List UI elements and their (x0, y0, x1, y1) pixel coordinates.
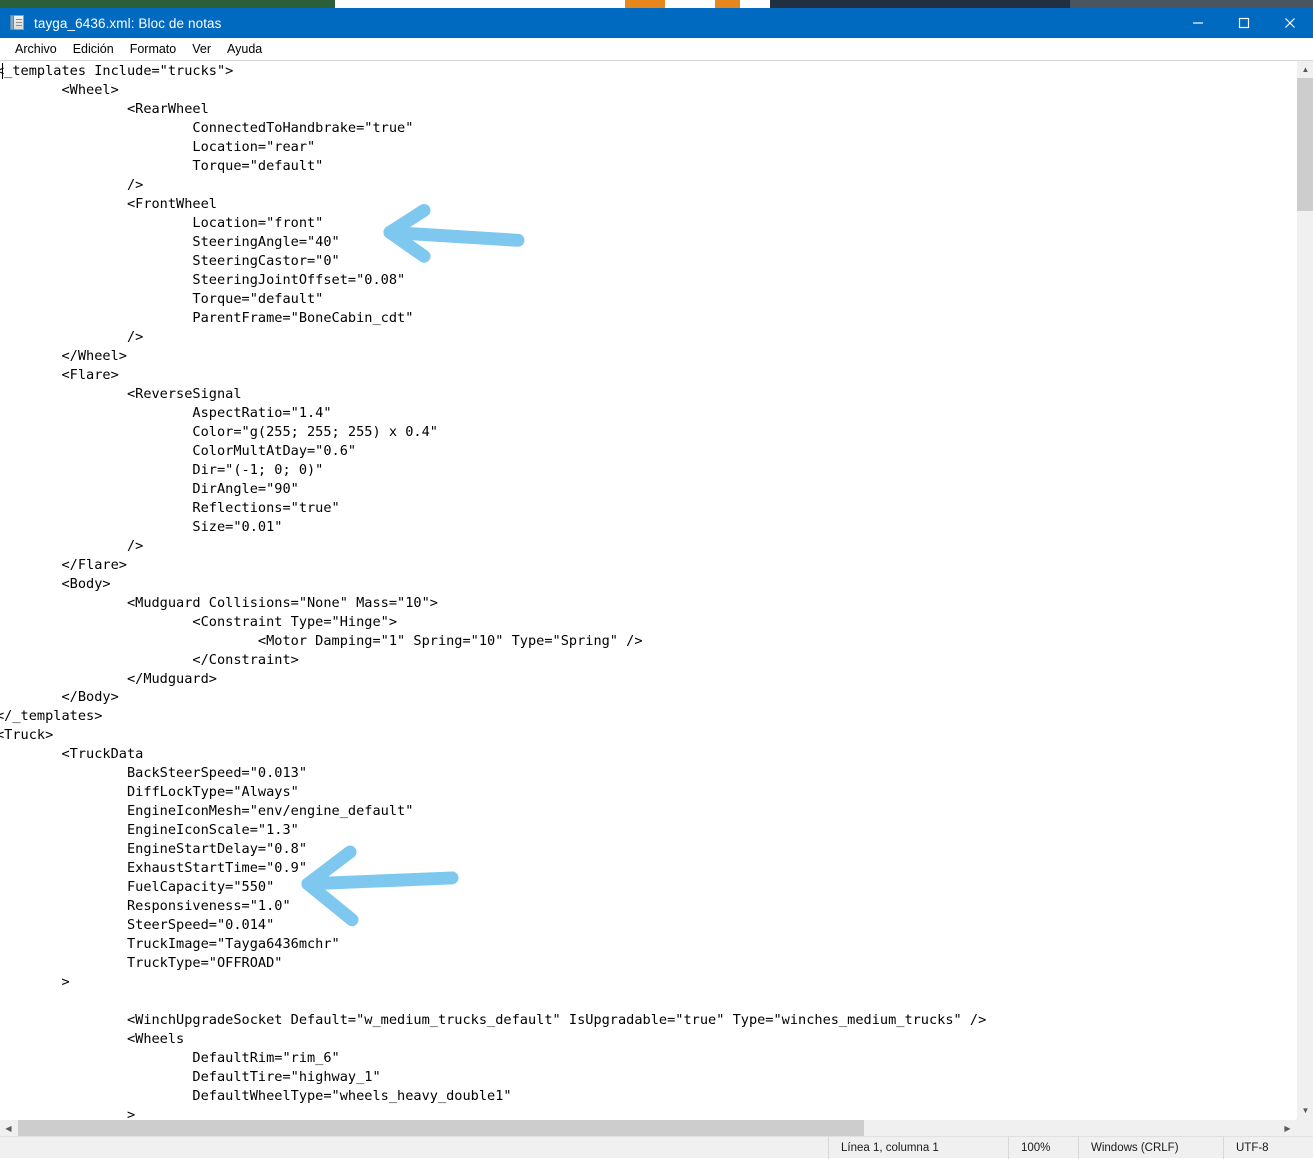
minimize-button[interactable] (1175, 8, 1221, 38)
horizontal-scrollbar[interactable]: ◀ ▶ (0, 1119, 1296, 1136)
scroll-up-icon[interactable]: ▲ (1297, 61, 1313, 78)
status-zoom-level[interactable]: 100% (1008, 1136, 1078, 1159)
scroll-down-icon[interactable]: ▼ (1297, 1102, 1313, 1119)
scroll-right-icon[interactable]: ▶ (1279, 1120, 1296, 1136)
background-window-segment (1070, 0, 1313, 8)
menu-item-archivo[interactable]: Archivo (7, 40, 65, 58)
background-window-segment (740, 0, 770, 8)
vertical-scrollbar-thumb[interactable] (1297, 78, 1313, 211)
text-editor[interactable]: <_templates Include="trucks"> <Wheel> <R… (0, 61, 1296, 1119)
status-line-endings[interactable]: Windows (CRLF) (1078, 1136, 1223, 1159)
scrollbar-corner (1296, 1119, 1313, 1136)
background-window-segment (770, 0, 1070, 8)
text-caret (2, 63, 3, 79)
window-title: tayga_6436.xml: Bloc de notas (34, 15, 222, 31)
background-window-segment (625, 0, 665, 8)
scroll-left-icon[interactable]: ◀ (0, 1120, 17, 1136)
notepad-window: tayga_6436.xml: Bloc de notas Archivo Ed… (0, 8, 1313, 1159)
background-window-segment (665, 0, 715, 8)
close-button[interactable] (1267, 8, 1313, 38)
status-cursor-position: Línea 1, columna 1 (828, 1136, 1008, 1159)
editor-area: <_templates Include="trucks"> <Wheel> <R… (0, 60, 1313, 1136)
window-controls (1175, 8, 1313, 38)
title-bar[interactable]: tayga_6436.xml: Bloc de notas (0, 8, 1313, 38)
menu-item-ver[interactable]: Ver (184, 40, 219, 58)
background-window-segment (335, 0, 625, 8)
background-window-segment (715, 0, 740, 8)
maximize-button[interactable] (1221, 8, 1267, 38)
editor-content[interactable]: <_templates Include="trucks"> <Wheel> <R… (0, 62, 986, 1119)
menu-bar: Archivo Edición Formato Ver Ayuda (0, 38, 1313, 60)
vertical-scrollbar[interactable]: ▲ ▼ (1296, 61, 1313, 1119)
menu-item-formato[interactable]: Formato (122, 40, 185, 58)
status-bar: Línea 1, columna 1 100% Windows (CRLF) U… (0, 1136, 1313, 1159)
horizontal-scrollbar-thumb[interactable] (18, 1120, 864, 1136)
menu-item-edicion[interactable]: Edición (65, 40, 122, 58)
status-encoding[interactable]: UTF-8 (1223, 1136, 1313, 1159)
menu-item-ayuda[interactable]: Ayuda (219, 40, 270, 58)
notepad-icon (10, 15, 26, 31)
background-window-strip (0, 0, 1313, 8)
